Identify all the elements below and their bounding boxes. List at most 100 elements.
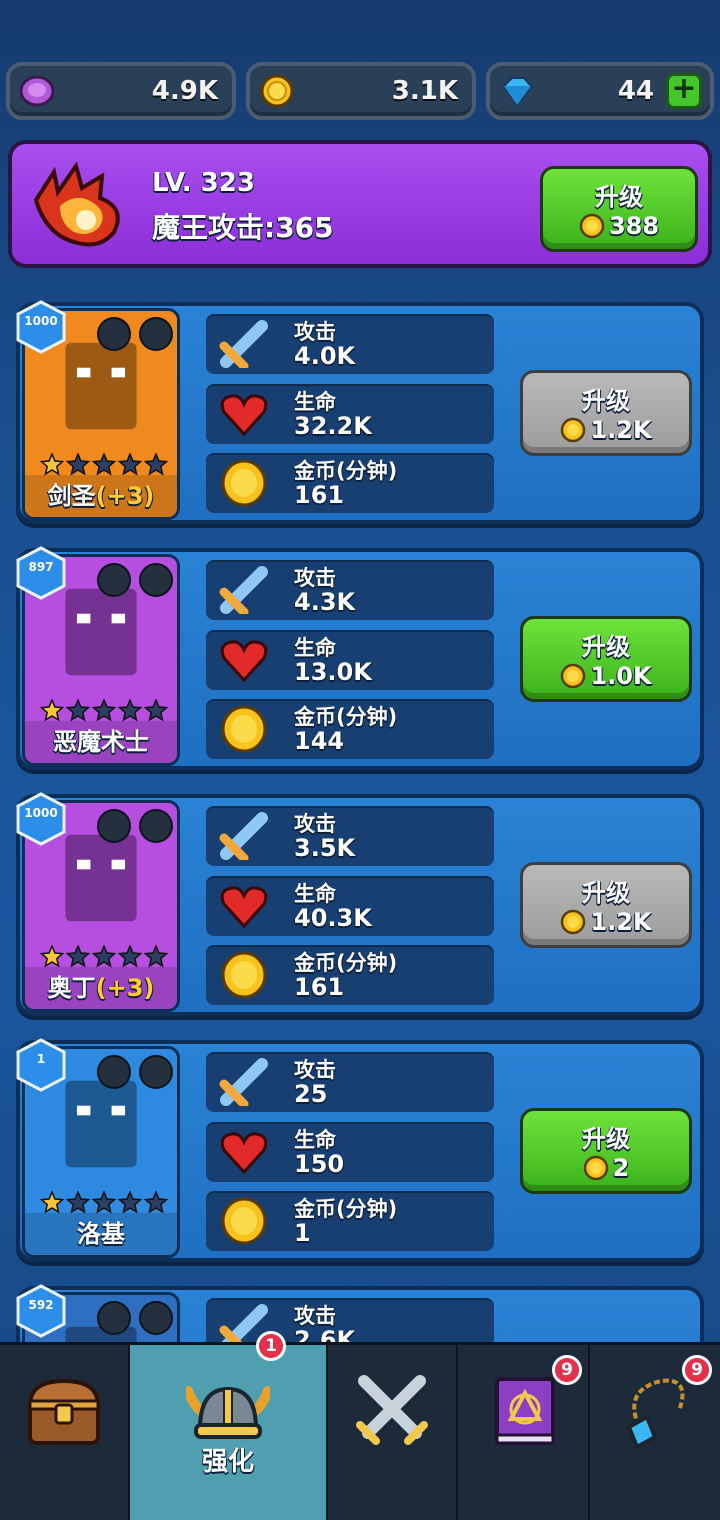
weapon-type-icon — [139, 563, 173, 597]
sword-icon — [219, 1058, 268, 1106]
boss-attack-value: 魔王攻击:365 — [152, 211, 334, 244]
hp-stat: 生命 150 — [206, 1122, 494, 1182]
sword-icon — [219, 812, 268, 860]
viking-helmet-icon — [186, 1386, 270, 1439]
hp-stat: 生命 40.3K — [206, 876, 494, 936]
gold-coin-icon — [561, 909, 586, 935]
weapon-type-icon — [139, 1055, 173, 1089]
upgrade-label: 升级 — [582, 387, 630, 415]
weapon-type-icon — [139, 1301, 173, 1335]
heart-icon — [220, 1132, 268, 1175]
bottom-nav: 强化 1 9 9 — [0, 1331, 720, 1520]
hero-panel: 剑圣(+3) 1000 攻击 4.0K 生命 32.2K 金币(分钟) 161 升级 1.2K — [14, 300, 704, 524]
diamond-icon — [502, 77, 533, 107]
hero-level-badge: 1000 — [14, 792, 68, 846]
weapon-type-icon — [139, 317, 173, 351]
diamond-currency-value: 44 — [617, 76, 654, 106]
gold-coin-icon — [221, 1197, 267, 1245]
gold-coin-icon — [260, 74, 294, 108]
gold-coin-icon — [221, 705, 267, 753]
upgrade-cost: 1.2K — [590, 908, 652, 936]
heart-icon — [220, 640, 268, 683]
boss-upgrade-button[interactable]: 升级 388 — [540, 166, 698, 252]
hero-upgrade-button[interactable]: 升级 1.0K — [520, 616, 692, 702]
class-icon — [97, 563, 131, 597]
upgrade-cost: 1.2K — [590, 416, 652, 444]
hero-panel: 洛基 1 攻击 25 生命 150 金币(分钟) 1 升级 2 — [14, 1038, 704, 1262]
hero-name: 恶魔术士(+3) — [25, 721, 177, 763]
class-icon — [97, 1055, 131, 1089]
amulet-icon — [626, 1378, 685, 1450]
sword-icon — [219, 566, 268, 614]
upgrade-label: 升级 — [582, 1125, 630, 1153]
sword-icon — [219, 320, 268, 368]
star-rating — [39, 453, 169, 476]
hero-upgrade-button[interactable]: 升级 2 — [520, 1108, 692, 1194]
gold-per-minute-stat: 金币(分钟) 1 — [206, 1191, 494, 1251]
nav-spellbook[interactable]: 9 — [458, 1345, 590, 1520]
hero-level-badge: 1000 — [14, 300, 68, 354]
upgrade-cost: 388 — [608, 212, 660, 240]
class-icon — [97, 809, 131, 843]
gold-coin-icon — [561, 663, 586, 689]
star-rating — [39, 699, 169, 722]
hero-upgrade-button[interactable]: 升级 1.2K — [520, 370, 692, 456]
gold-coin-icon — [583, 1155, 608, 1181]
hero-upgrade-button[interactable]: 升级 1.2K — [520, 862, 692, 948]
nav-enhance[interactable]: 强化 1 — [130, 1331, 328, 1520]
purple-gem-coin-icon — [20, 75, 54, 107]
heart-icon — [220, 394, 268, 437]
boss-level: LV. 323 — [152, 168, 255, 198]
hp-stat: 生命 32.2K — [206, 384, 494, 444]
hp-stat: 生命 13.0K — [206, 630, 494, 690]
gold-coin-icon — [221, 951, 267, 999]
upgrade-label: 升级 — [582, 633, 630, 661]
boss-attack-banner: LV. 323 魔王攻击:365 升级 388 — [8, 140, 712, 268]
heart-icon — [220, 886, 268, 929]
attack-stat: 攻击 25 — [206, 1052, 494, 1112]
hero-level-badge: 897 — [14, 546, 68, 600]
gold-per-minute-stat: 金币(分钟) 144 — [206, 699, 494, 759]
fireball-icon — [33, 162, 120, 247]
hero-name: 剑圣(+3) — [25, 475, 177, 517]
nav-spellbook-badge: 9 — [552, 1355, 582, 1385]
gold-per-minute-stat: 金币(分钟) 161 — [206, 453, 494, 513]
crossed-swords-icon — [356, 1375, 428, 1445]
gold-currency-value: 3.1K — [391, 76, 458, 106]
diamond-currency: 44 + — [486, 62, 714, 120]
nav-enhance-label: 强化 — [201, 1447, 254, 1477]
weapon-type-icon — [139, 809, 173, 843]
nav-amulet-badge: 9 — [682, 1355, 712, 1385]
hero-level-badge: 592 — [14, 1284, 68, 1338]
gold-per-minute-stat: 金币(分钟) 161 — [206, 945, 494, 1005]
upgrade-cost: 1.0K — [590, 662, 652, 690]
gold-coin-icon — [221, 459, 267, 507]
attack-stat: 攻击 3.5K — [206, 806, 494, 866]
upgrade-label: 升级 — [582, 879, 630, 907]
gold-coin-icon — [561, 417, 586, 443]
purple-currency: 4.9K — [6, 62, 236, 120]
treasure-chest-icon — [27, 1378, 101, 1445]
nav-enhance-badge: 1 — [256, 1331, 286, 1361]
gold-coin-icon — [579, 213, 605, 239]
class-icon — [97, 1301, 131, 1335]
star-rating — [39, 1191, 169, 1214]
spellbook-icon — [495, 1377, 555, 1445]
hero-panel: 恶魔术士(+3) 897 攻击4.3K 生命13.0K 金币(分钟)144 升级1.0K — [14, 546, 704, 770]
hero-name: 洛基 — [25, 1213, 177, 1255]
attack-stat: 攻击 4.0K — [206, 314, 494, 374]
nav-treasure[interactable] — [0, 1345, 130, 1520]
hero-panel: 奥丁(+3) 1000 攻击 3.5K 生命 40.3K 金币(分钟) 161 升级 1.2K — [14, 792, 704, 1016]
upgrade-cost: 2 — [612, 1154, 630, 1182]
hero-level-badge: 1 — [14, 1038, 68, 1092]
hero-name: 奥丁(+3) — [25, 967, 177, 1009]
upgrade-label: 升级 — [595, 183, 643, 211]
attack-stat: 攻击 4.3K — [206, 560, 494, 620]
gold-currency: 3.1K — [246, 62, 476, 120]
purple-currency-value: 4.9K — [151, 76, 218, 106]
class-icon — [97, 317, 131, 351]
nav-amulet[interactable]: 9 — [590, 1345, 720, 1520]
star-rating — [39, 945, 169, 968]
nav-battle[interactable] — [328, 1345, 458, 1520]
add-diamond-button[interactable]: + — [666, 73, 702, 109]
